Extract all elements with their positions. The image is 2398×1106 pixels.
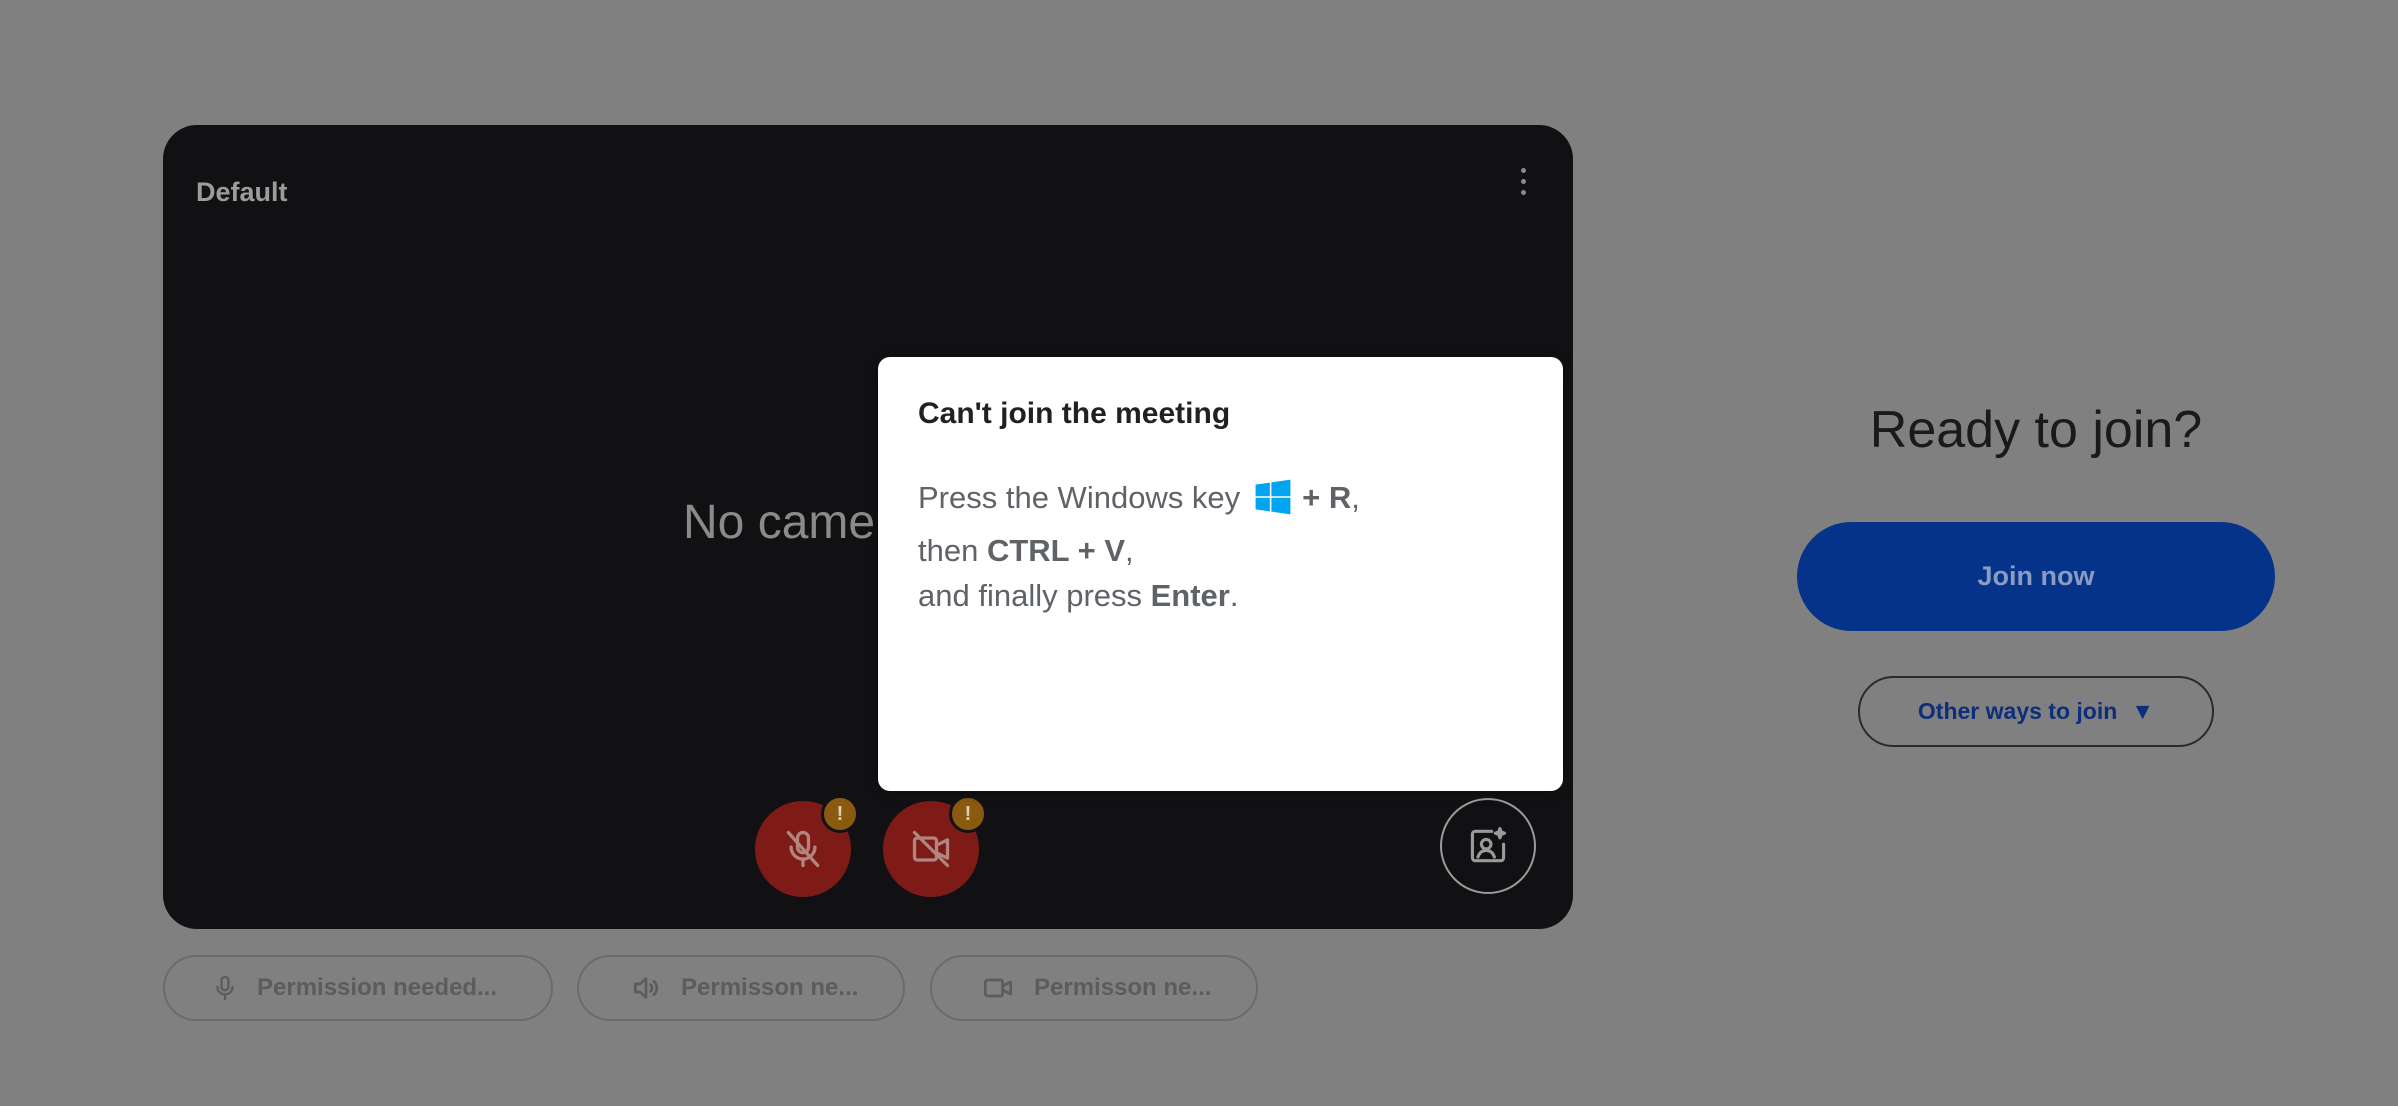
more-vert-icon bbox=[1520, 167, 1526, 173]
mic-permission-button[interactable]: Permission needed... bbox=[163, 955, 553, 1021]
device-name-label: Default bbox=[196, 177, 288, 207]
mic-permission-label: Permission needed... bbox=[257, 974, 498, 1001]
windows-logo-icon bbox=[1254, 478, 1292, 528]
camera-permission-button[interactable]: Permisson ne... bbox=[930, 955, 1258, 1021]
ready-to-join-title: Ready to join? bbox=[1869, 401, 2203, 459]
mic-off-icon bbox=[786, 830, 820, 868]
join-now-button[interactable]: Join now bbox=[1797, 522, 2275, 631]
instruction-line-2: then CTRL + V, bbox=[918, 533, 1134, 568]
mic-icon bbox=[216, 975, 234, 1001]
chevron-down-icon: ▼ bbox=[2131, 698, 2155, 724]
camera-status-text: No came bbox=[683, 496, 876, 549]
dialog-instructions: Press the Windows key + R, then CTRL + V,… bbox=[918, 475, 1360, 618]
visual-effects-icon bbox=[1470, 827, 1507, 863]
speaker-permission-label: Permisson ne... bbox=[681, 974, 859, 1001]
more-options-button[interactable] bbox=[1501, 155, 1545, 207]
speaker-permission-button[interactable]: Permisson ne... bbox=[577, 955, 905, 1021]
speaker-icon bbox=[634, 977, 659, 999]
dialog-title: Can't join the meeting bbox=[918, 397, 1231, 430]
videocam-icon bbox=[984, 978, 1012, 998]
camera-permission-label: Permisson ne... bbox=[1034, 974, 1212, 1001]
visual-effects-button[interactable] bbox=[1440, 798, 1536, 894]
instruction-line-1: Press the Windows key + R, bbox=[918, 475, 1360, 528]
other-ways-to-join-button[interactable]: Other ways to join ▼ bbox=[1858, 676, 2214, 747]
meeting-prejoin-page: Default No came ! ! Permission needed...… bbox=[0, 0, 2398, 1106]
other-ways-label: Other ways to join bbox=[1917, 698, 2118, 724]
instruction-line-3: and finally press Enter. bbox=[918, 578, 1239, 613]
cant-join-dialog: Can't join the meeting Press the Windows… bbox=[878, 357, 1563, 791]
camera-toggle-button[interactable]: ! bbox=[883, 795, 987, 897]
mic-warning-badge: ! bbox=[821, 795, 859, 833]
mic-toggle-button[interactable]: ! bbox=[755, 795, 859, 897]
camera-warning-badge: ! bbox=[949, 795, 987, 833]
videocam-off-icon bbox=[912, 830, 950, 868]
